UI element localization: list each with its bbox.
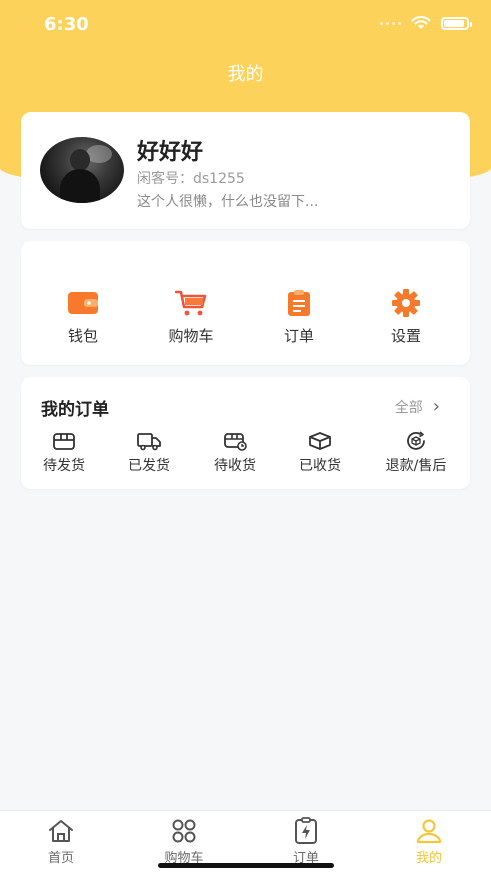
order-status-label: 已发货 [128,458,170,474]
quick-action-wallet[interactable]: 钱包 [43,289,123,346]
view-all-label: 全部 [394,400,423,416]
profile-nickname: 好好好 [137,140,204,165]
home-indicator [158,863,334,868]
order-status-label: 已收货 [299,458,341,474]
clipboard-icon [288,290,310,316]
order-status-received[interactable]: 已收货 [280,431,360,475]
tab-label: 首页 [47,851,74,866]
quick-action-label: 订单 [283,327,314,345]
tab-cart[interactable]: 购物车 [144,817,224,866]
order-status-pending-receipt[interactable]: 待收货 [195,431,275,475]
order-bolt-icon [295,817,317,844]
chevron-right-icon: › [432,396,440,417]
user-icon [416,819,442,844]
profile-bio: 这个人很懒，什么也没留下... [137,194,319,210]
order-status-refund[interactable]: 退款/售后 [376,431,456,475]
battery-icon [441,16,472,30]
tab-orders[interactable]: 订单 [266,817,346,866]
profile-account-id: 闲客号：ds1255 [137,171,245,187]
quick-action-settings[interactable]: 设置 [366,289,446,346]
package-icon [53,433,75,450]
gear-icon [392,289,420,317]
tab-home[interactable]: 首页 [21,817,101,866]
quick-action-label: 设置 [390,327,421,345]
avatar[interactable] [40,137,124,203]
wallet-icon [68,292,98,314]
status-bar: 6:30 [0,0,491,52]
order-status-label: 退款/售后 [385,458,447,474]
quick-action-cart[interactable]: 购物车 [151,289,231,346]
refund-icon [407,431,425,450]
my-orders-title: 我的订单 [41,400,109,420]
open-box-icon [309,432,331,450]
quick-action-label: 购物车 [168,327,214,345]
tab-label: 我的 [415,851,442,866]
profile-card[interactable]: 好好好 闲客号：ds1255 这个人很懒，什么也没留下... [21,112,470,229]
quick-action-orders[interactable]: 订单 [259,289,339,346]
status-icons [380,16,472,30]
truck-icon [137,433,161,451]
my-orders-card: 我的订单 全部 › 待发货 已发货 待收货 已收货 退款/售后 [21,377,470,489]
status-time: 6:30 [44,14,89,35]
order-status-pending-shipment[interactable]: 待发货 [24,431,104,475]
quick-action-label: 钱包 [67,327,98,345]
quick-actions-card: 钱包 购物车 订单 设置 [21,241,470,365]
bottom-tab-bar: 首页 购物车 订单 我的 [0,810,491,877]
signal-icon [380,21,401,25]
delivery-icon [224,433,247,451]
home-icon [49,820,73,842]
grid-icon [172,819,196,843]
wifi-icon [411,16,431,29]
order-status-label: 待收货 [214,458,256,474]
order-status-label: 待发货 [43,458,85,474]
view-all-orders-link[interactable]: 全部 › [395,397,440,417]
tab-profile[interactable]: 我的 [389,817,469,866]
page-title: 我的 [227,64,264,85]
cart-icon [175,290,207,316]
order-status-shipped[interactable]: 已发货 [109,431,189,475]
